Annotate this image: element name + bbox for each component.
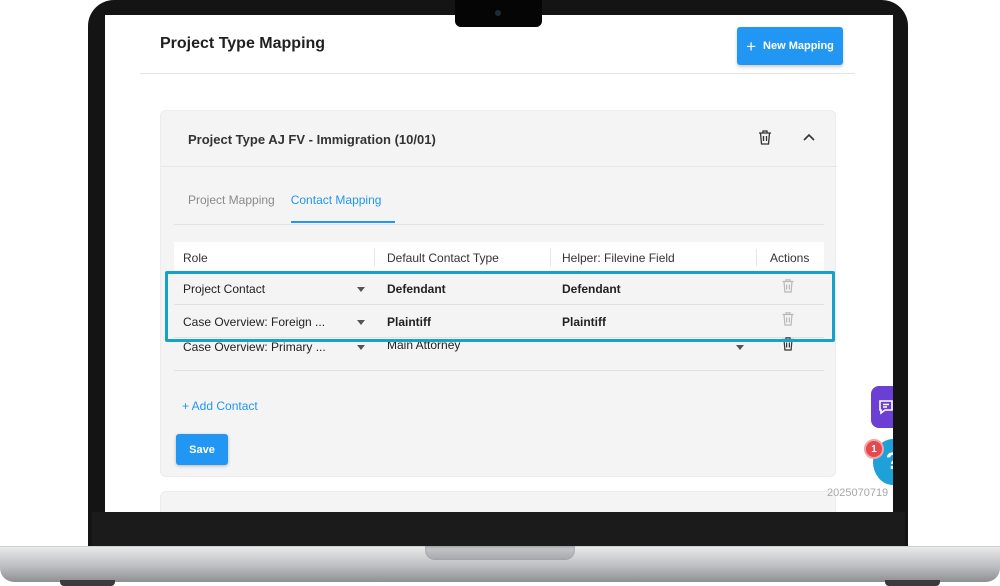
chevron-down-icon[interactable]	[357, 345, 365, 350]
tab-contact-mapping[interactable]: Contact Mapping	[290, 193, 396, 223]
card-header-divider	[161, 166, 837, 167]
chevron-down-icon[interactable]	[736, 345, 744, 350]
laptop-foot-right	[885, 580, 940, 586]
next-project-type-card	[160, 491, 836, 512]
table-row: Case Overview: Primary ... Main Attorney	[174, 336, 824, 371]
column-header-default-contact-type: Default Contact Type	[387, 251, 499, 265]
camera-icon	[495, 10, 501, 16]
trash-icon[interactable]	[781, 311, 795, 330]
contact-mapping-table: Role Default Contact Type Helper: Filevi…	[174, 242, 824, 371]
save-button[interactable]: Save	[176, 434, 228, 465]
new-mapping-button[interactable]: + New Mapping	[737, 27, 843, 65]
column-separator	[374, 249, 375, 266]
default-contact-type-select[interactable]: Main Attorney	[387, 338, 460, 352]
tab-bar: Project Mapping Contact Mapping	[188, 193, 411, 223]
column-header-actions: Actions	[770, 251, 810, 265]
role-select[interactable]: Project Contact	[183, 282, 265, 296]
default-contact-type-cell: Plaintiff	[387, 315, 431, 329]
notification-badge: 1	[864, 439, 884, 459]
chat-widget[interactable]	[871, 386, 893, 428]
role-select[interactable]: Case Overview: Primary ...	[183, 340, 326, 354]
page-title: Project Type Mapping	[160, 35, 326, 52]
default-contact-type-cell: Defendant	[387, 282, 446, 296]
role-select[interactable]: Case Overview: Foreign ...	[183, 315, 325, 329]
column-separator	[756, 249, 757, 266]
new-mapping-label: New Mapping	[763, 40, 834, 52]
laptop-bottom-bezel	[92, 512, 905, 546]
table-row: Project Contact Defendant Defendant	[174, 272, 824, 305]
tab-project-mapping[interactable]: Project Mapping	[188, 193, 275, 223]
column-header-role: Role	[183, 251, 208, 265]
trash-icon[interactable]	[781, 278, 795, 297]
chevron-down-icon[interactable]	[357, 287, 365, 292]
chevron-up-icon[interactable]	[798, 126, 820, 148]
camera-notch	[455, 0, 542, 27]
add-contact-link[interactable]: + Add Contact	[182, 399, 258, 413]
column-header-helper-field: Helper: Filevine Field	[562, 251, 675, 265]
laptop-foot-left	[60, 580, 115, 586]
laptop-base-notch	[425, 546, 575, 560]
helper-field-cell: Defendant	[562, 282, 621, 296]
table-header: Role Default Contact Type Helper: Filevi…	[174, 242, 824, 272]
app-screen: Project Type Mapping + New Mapping Proje…	[105, 15, 893, 512]
chevron-down-icon[interactable]	[357, 320, 365, 325]
card-title: Project Type AJ FV - Immigration (10/01)	[188, 132, 436, 147]
column-separator	[550, 249, 551, 266]
plus-icon: +	[746, 36, 757, 56]
trash-icon[interactable]	[781, 336, 795, 355]
table-row: Case Overview: Foreign ... Plaintiff Pla…	[174, 305, 824, 338]
helper-field-cell: Plaintiff	[562, 315, 606, 329]
timestamp-watermark: 2025070719	[827, 487, 889, 499]
laptop-mockup: Project Type Mapping + New Mapping Proje…	[0, 0, 1000, 586]
project-type-card: Project Type AJ FV - Immigration (10/01)…	[160, 110, 837, 477]
chat-icon	[879, 400, 893, 415]
tabs-divider	[174, 224, 824, 225]
trash-icon[interactable]	[754, 126, 776, 148]
card-actions	[754, 126, 820, 148]
header-divider	[140, 73, 855, 74]
